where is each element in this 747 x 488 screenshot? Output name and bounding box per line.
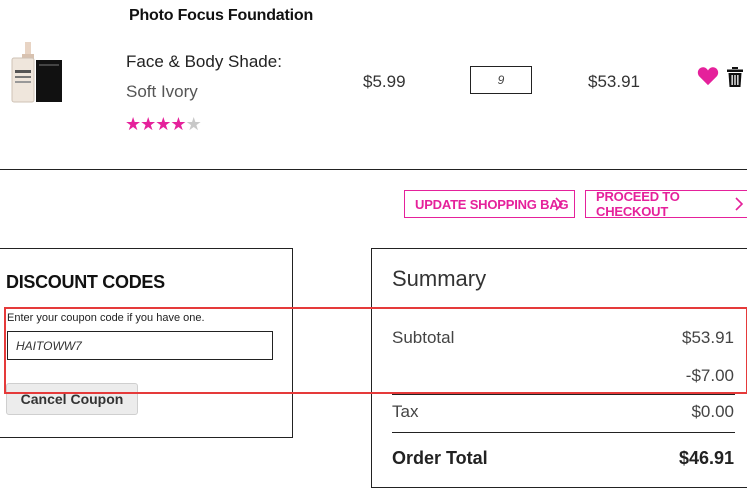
- proceed-to-checkout-button[interactable]: PROCEED TO CHECKOUT: [585, 189, 747, 219]
- order-total-label: Order Total: [392, 448, 488, 468]
- subtotal-label: Subtotal: [392, 328, 455, 347]
- product-name: Photo Focus Foundation: [129, 7, 314, 24]
- cancel-coupon-button[interactable]: Cancel Coupon: [6, 383, 138, 415]
- unit-price: $5.99: [363, 72, 406, 91]
- order-total-value: $46.91: [678, 448, 734, 468]
- subtotal-value: $53.91: [682, 328, 734, 347]
- product-shade: Soft Ivory: [126, 82, 198, 101]
- trash-icon[interactable]: [727, 67, 743, 87]
- product-thumbnail[interactable]: [8, 42, 64, 106]
- quantity-input[interactable]: [470, 66, 532, 94]
- star-icon: ★: [170, 114, 186, 134]
- tax-value: $0.00: [691, 402, 734, 421]
- rating-stars: ★★★★★: [125, 114, 202, 135]
- proceed-to-checkout-label: PROCEED TO CHECKOUT: [596, 189, 680, 219]
- coupon-code-label: Enter your coupon code if you have one.: [7, 312, 205, 324]
- star-icon: ★: [125, 114, 141, 134]
- update-shopping-bag-label: UPDATE SHOPPING BAG: [415, 196, 569, 212]
- chevron-right-icon: [735, 197, 744, 211]
- divider: [0, 169, 747, 170]
- line-total: $53.91: [588, 72, 640, 91]
- product-title[interactable]: Face & Body Shade:: [126, 52, 282, 72]
- heart-icon[interactable]: [697, 66, 719, 86]
- discount-value: -$7.00: [685, 366, 734, 385]
- tax-label: Tax: [392, 402, 419, 421]
- coupon-code-input[interactable]: [7, 331, 273, 360]
- star-icon: ★: [140, 114, 156, 134]
- summary-title: Summary: [392, 266, 487, 291]
- discount-codes-title: DISCOUNT CODES: [6, 272, 165, 292]
- star-icon: ★: [155, 114, 171, 134]
- chevron-right-icon: [555, 197, 564, 211]
- summary-divider: [392, 308, 735, 309]
- update-shopping-bag-button[interactable]: UPDATE SHOPPING BAG: [404, 190, 575, 218]
- summary-divider: [392, 394, 735, 395]
- summary-divider: [392, 432, 735, 433]
- star-icon: ★: [185, 114, 202, 134]
